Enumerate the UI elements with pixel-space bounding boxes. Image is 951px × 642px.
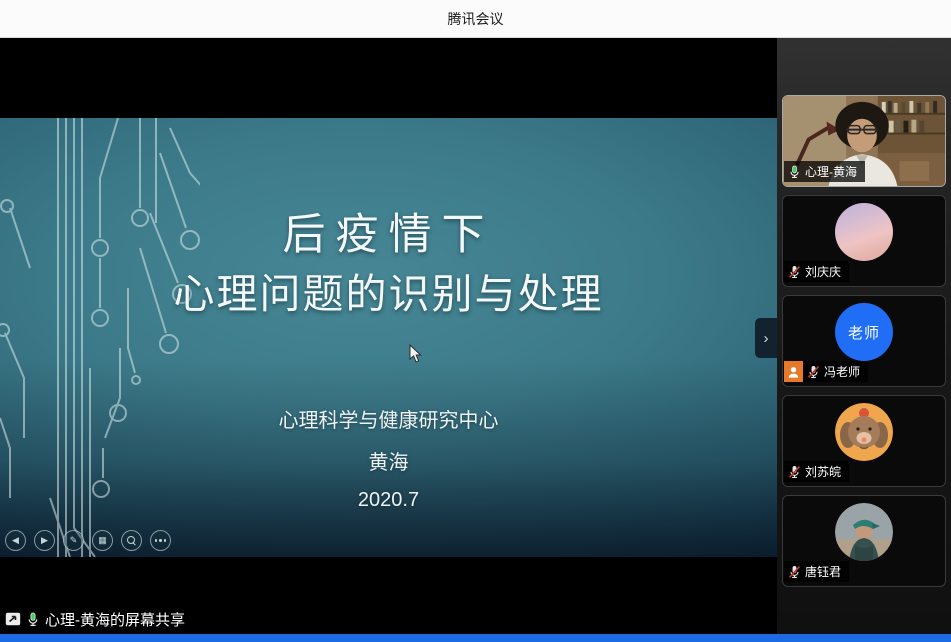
participant-tile[interactable]: 唐钰君 [782,495,946,587]
participant-name: 心理-黄海 [805,163,857,180]
magnifier-icon [127,536,136,545]
prev-slide-button[interactable]: ◀ [5,530,26,551]
more-options-icon [155,539,166,541]
participant-tile[interactable]: 刘庆庆 [782,195,946,287]
participant-name: 刘庆庆 [805,263,841,280]
zoom-button[interactable] [121,530,142,551]
mic-muted-icon [788,265,801,279]
slide-presenter: 黄海 [0,446,777,475]
participant-name-row: 刘庆庆 [784,261,849,282]
mouse-cursor [409,344,423,364]
slide-date: 2020.7 [0,489,777,512]
mic-on-icon [26,612,40,627]
prev-slide-icon: ◀ [12,536,19,545]
more-options-button[interactable] [150,530,171,551]
screen-share-icon [5,612,21,626]
shared-screen-area: 后疫情下 心理问题的识别与处理 心理科学与健康研究中心 黄海 2020.7 ◀ … [0,38,777,634]
sidebar-collapse-tab[interactable]: › [755,318,777,358]
meeting-window: 腾讯会议 [0,0,951,642]
slideshow-toolbar: ◀ ▶ ✎ ▦ [5,530,171,551]
pen-icon: ✎ [70,536,78,545]
participant-tile[interactable]: 老师 [782,295,946,387]
mic-muted-icon [788,465,801,479]
participant-name-row: 心理-黄海 [784,161,865,182]
slide-title: 后疫情下 心理问题的识别与处理 [0,214,777,315]
avatar: 老师 [835,303,893,361]
mic-muted-icon [807,365,820,379]
next-slide-button[interactable]: ▶ [34,530,55,551]
slides-grid-button[interactable]: ▦ [92,530,113,551]
slide-title-line2: 心理问题的识别与处理 [0,274,777,315]
participant-name: 冯老师 [824,363,860,380]
participants-sidebar: 心理-黄海 刘庆庆 [777,38,951,634]
window-title: 腾讯会议 [448,9,504,29]
participant-name-row: 唐钰君 [784,561,849,582]
main-area: 后疫情下 心理问题的识别与处理 心理科学与健康研究中心 黄海 2020.7 ◀ … [0,38,951,634]
mic-on-icon [788,165,801,179]
window-title-bar: 腾讯会议 [0,0,951,38]
share-status-text: 心理-黄海的屏幕共享 [45,609,185,630]
participant-tile[interactable]: 心理-黄海 [782,95,946,187]
slide-title-line1: 后疫情下 [0,214,777,257]
chevron-right-icon: › [764,330,769,347]
pen-button[interactable]: ✎ [63,530,84,551]
avatar [835,403,893,461]
puppy-avatar-image [835,403,893,461]
taskbar-edge-strip [0,634,951,642]
share-status-bar: 心理-黄海的屏幕共享 [5,607,185,631]
next-slide-icon: ▶ [41,536,48,545]
slides-grid-icon: ▦ [98,536,107,545]
avatar [835,203,893,261]
participant-name: 唐钰君 [805,563,841,580]
presentation-slide: 后疫情下 心理问题的识别与处理 心理科学与健康研究中心 黄海 2020.7 ◀ … [0,118,777,557]
participant-name: 刘苏皖 [805,463,841,480]
slide-org: 心理科学与健康研究中心 [0,404,777,433]
slide-subtitle: 心理科学与健康研究中心 黄海 2020.7 [0,404,777,512]
participant-name-row: 冯老师 [784,361,868,382]
avatar [835,503,893,561]
photo-avatar-image [835,503,893,561]
host-person-icon [787,365,800,379]
avatar-text: 老师 [848,322,880,343]
mic-muted-icon [788,565,801,579]
host-badge [784,361,803,382]
participant-name-row: 刘苏皖 [784,461,849,482]
participant-tile[interactable]: 刘苏皖 [782,395,946,487]
